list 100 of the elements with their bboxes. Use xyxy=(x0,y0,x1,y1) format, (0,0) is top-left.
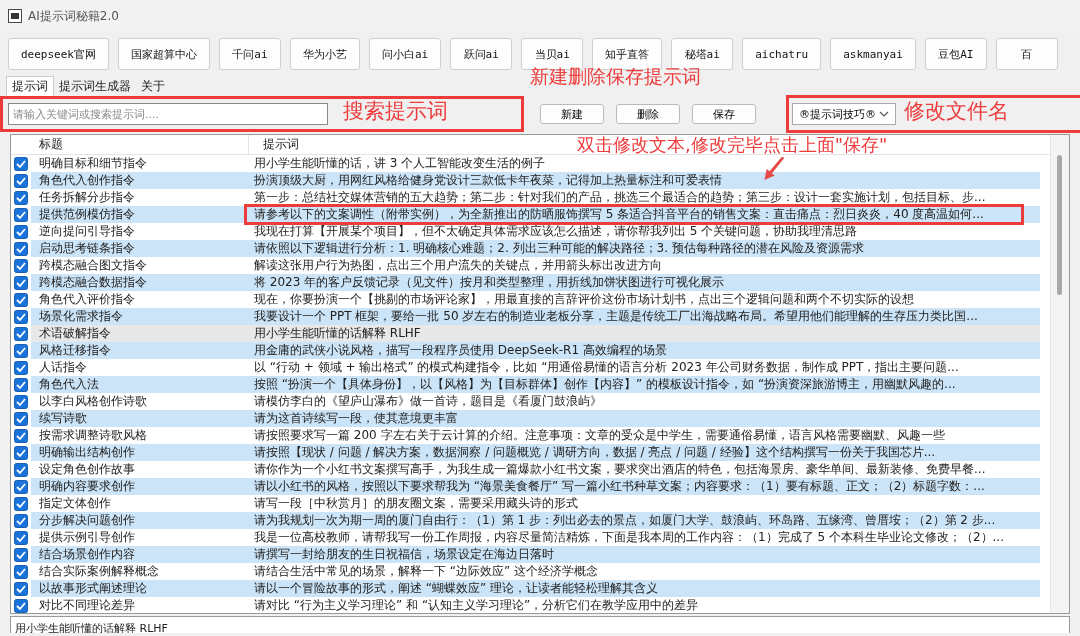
scrollbar[interactable] xyxy=(1050,135,1069,613)
action-button[interactable]: 删除 xyxy=(616,104,680,124)
table-cell: 请参考以下的文案调性（附带实例），为全新推出的防晒服饰撰写 5 条适合抖音平台的销售文案：直击痛点：烈日炎炎，40 度高温如何... xyxy=(254,206,984,223)
checkbox[interactable] xyxy=(14,479,28,494)
table-cell: 请对比 “行为主义学习理论” 和 “认知主义学习理论”，分析它们在教学应用中的差异 xyxy=(254,597,699,614)
table-cell-text: 明确目标和细节指令 xyxy=(38,155,148,172)
annotation-label: 修改文件名 xyxy=(904,98,1009,125)
window-title: AI提示词秘籍2.0 xyxy=(28,7,119,25)
checkbox[interactable] xyxy=(14,394,28,409)
checkbox[interactable] xyxy=(14,496,28,511)
table-cell-text: 任务拆解分步指令 xyxy=(38,189,136,206)
table-cell: 术语破解指令 xyxy=(31,325,248,342)
checkbox[interactable] xyxy=(14,190,28,205)
tab[interactable]: 提示词生成器 xyxy=(54,77,136,96)
table-cell: 跨模态融合数据指令 xyxy=(31,274,248,291)
table-cell: 结合场景创作内容 xyxy=(31,546,248,563)
table-cell: 请为我规划一次为期一周的厦门自由行：（1）第 1 步：列出必去的景点，如厦门大学、鼓浪屿、环岛路、五缘湾、曾厝垵；（2）第 2 步... xyxy=(254,512,996,529)
checkbox[interactable] xyxy=(14,224,28,239)
tab[interactable]: 提示词 xyxy=(6,76,54,96)
checkbox[interactable] xyxy=(14,292,28,307)
table-cell-text: 指定文体创作 xyxy=(38,495,112,512)
app-icon xyxy=(8,9,22,23)
table-cell-text: 提供示例引导创作 xyxy=(38,529,136,546)
checkbox[interactable] xyxy=(14,411,28,426)
checkbox[interactable] xyxy=(14,377,28,392)
table-cell: 我现在打算【开展某个项目】，但不太确定具体需求应该怎么描述，请你帮我列出 5 个关键问题，协助我理清思路 xyxy=(254,223,858,240)
checkbox[interactable] xyxy=(14,564,28,579)
checkbox[interactable] xyxy=(14,547,28,562)
checkbox[interactable] xyxy=(14,360,28,375)
table-cell-text: 跨模态融合图文指令 xyxy=(38,257,148,274)
checkbox[interactable] xyxy=(14,445,28,460)
checkbox[interactable] xyxy=(14,598,28,613)
annotation-label: 搜索提示词 xyxy=(343,98,448,125)
table-cell-text: 结合实际案例解释概念 xyxy=(38,563,160,580)
table-cell: 请撰写一封给朋友的生日祝福信，场景设定在海边日落时 xyxy=(254,546,554,563)
checkbox[interactable] xyxy=(14,428,28,443)
checkbox[interactable] xyxy=(14,581,28,596)
table-cell: 明确输出结构创作 xyxy=(31,444,248,461)
site-button[interactable]: 千问ai xyxy=(219,38,281,70)
tab[interactable]: 关于 xyxy=(136,77,170,96)
table-cell: 请你作为一个小红书文案撰写高手，为我生成一篇爆款小红书文案，要求突出酒店的特色，包括海景房、豪华单间、最新装修、免费早餐... xyxy=(254,461,986,478)
checkbox[interactable] xyxy=(14,258,28,273)
table-cell-text: 设定角色创作故事 xyxy=(38,461,136,478)
table-cell-text: 逆向提问引导指令 xyxy=(38,223,136,240)
table-cell-text: 按需求调整诗歌风格 xyxy=(38,427,148,444)
site-button[interactable]: 华为小艺 xyxy=(290,38,360,70)
action-button[interactable]: 新建 xyxy=(540,104,604,124)
site-button[interactable]: 问小白ai xyxy=(369,38,442,70)
checkbox[interactable] xyxy=(14,275,28,290)
table-cell-text: 人话指令 xyxy=(38,359,88,376)
checkbox[interactable] xyxy=(14,343,28,358)
table-cell: 启动思考链条指令 xyxy=(31,240,248,257)
column-header[interactable]: 提示词 xyxy=(248,135,299,154)
table-cell: 请依照以下逻辑进行分析：1. 明确核心难题；2. 列出三种可能的解决路径；3. 预估每种路径的潜在风险及资源需求 xyxy=(254,240,864,257)
table-cell: 风格迁移指令 xyxy=(31,342,248,359)
checkbox[interactable] xyxy=(14,309,28,324)
table-cell: 第一步：总结社交媒体营销的五大趋势；第二步：针对我们的产品，挑选三个最适合的趋势；第三步：设计一套实施计划，包括目标、步... xyxy=(254,189,986,206)
table-cell: 按照 “扮演一个【具体身份】，以【风格】为【目标群体】创作【内容】” 的模板设计指令，如 “扮演资深旅游博主，用幽默风趣的... xyxy=(254,376,956,393)
checkbox[interactable] xyxy=(14,530,28,545)
table-cell: 以故事形式阐述理论 xyxy=(31,580,248,597)
checkbox[interactable] xyxy=(14,173,28,188)
site-button[interactable]: aichatru xyxy=(742,38,822,70)
table-cell: 以 “行动 + 领域 + 输出格式” 的模式构建指令，比如 “用通俗易懂的语言分析 2023 年公司财务数据，制作成 PPT，指出主要问题... xyxy=(254,359,959,376)
table-cell: 请以一个冒险故事的形式，阐述 “蝴蝶效应” 理论，让读者能轻松理解其含义 xyxy=(254,580,659,597)
site-button[interactable]: askmanyai xyxy=(830,38,916,70)
table-cell-text: 以李白风格创作诗歌 xyxy=(38,393,148,410)
table-cell: 请为这首诗续写一段，使其意境更丰富 xyxy=(254,410,458,427)
checkbox[interactable] xyxy=(14,513,28,528)
annotation-arrow xyxy=(763,157,785,181)
table-cell: 场景化需求指令 xyxy=(31,308,248,325)
site-button[interactable]: 跃问ai xyxy=(450,38,513,70)
table-cell: 用小学生能听懂的话解释 RLHF xyxy=(254,325,421,342)
table-cell: 解读这张用户行为热图，点出三个用户流失的关键点，并用箭头标出改进方向 xyxy=(254,257,662,274)
checkbox[interactable] xyxy=(14,462,28,477)
table-cell: 请写一段［中秋赏月］的朋友圈文案，需要采用藏头诗的形式 xyxy=(254,495,578,512)
site-button[interactable]: 国家超算中心 xyxy=(118,38,210,70)
checkbox[interactable] xyxy=(14,326,28,341)
file-dropdown[interactable]: ®提示词技巧® xyxy=(792,103,896,125)
table-cell-text: 对比不同理论差异 xyxy=(38,597,136,614)
search-field[interactable]: 请输入关键词或搜索提示词.... xyxy=(8,103,328,125)
checkbox[interactable] xyxy=(14,156,28,171)
table-cell: 请按照【现状 / 问题 / 解决方案，数据洞察 / 问题概览 / 调研方向，数据 / 亮点 / 问题 / 经验】这个结构撰写一份关于我国芯片... xyxy=(254,444,936,461)
site-button[interactable]: 百 xyxy=(995,38,1058,70)
table-cell-text: 角色代入评价指令 xyxy=(38,291,136,308)
checkbox[interactable] xyxy=(14,207,28,222)
table-cell: 我是一位高校教师，请帮我写一份工作周报，内容尽量简洁精炼，下面是我本周的工作内容：（1）完成了 5 个本科生毕业论文修改；（2）... xyxy=(254,529,1004,546)
action-button[interactable]: 保存 xyxy=(692,104,756,124)
site-button[interactable]: deepseek官网 xyxy=(8,38,109,70)
table-cell: 我要设计一个 PPT 框架，要给一批 50 岁左右的制造业老板分享，主题是传统工厂出海战略布局。希望用他们能理解的生存压力类比国... xyxy=(254,308,978,325)
annotation-label: 双击修改文本,修改完毕点击上面"保存" xyxy=(577,133,888,157)
table-cell: 请模仿李白的《望庐山瀑布》做一首诗，题目是《看厦门鼓浪屿》 xyxy=(254,393,602,410)
site-button[interactable]: 豆包AI xyxy=(924,38,987,70)
checkbox[interactable] xyxy=(14,241,28,256)
table-cell: 提供范例模仿指令 xyxy=(31,206,248,223)
detail-text: 用小学生能听懂的话解释 RLHF xyxy=(14,622,168,633)
table-cell: 用金庸的武侠小说风格，描写一段程序员使用 DeepSeek-R1 高效编程的场景 xyxy=(254,342,667,359)
table-cell: 角色代入创作指令 xyxy=(31,172,248,189)
table-cell: 续写诗歌 xyxy=(31,410,248,427)
table-cell: 扮演顶级大厨，用网红风格给健身党设计三款低卡年夜菜，记得加上热量标注和可爱表情 xyxy=(254,172,722,189)
column-header[interactable]: 标题 xyxy=(31,135,248,154)
